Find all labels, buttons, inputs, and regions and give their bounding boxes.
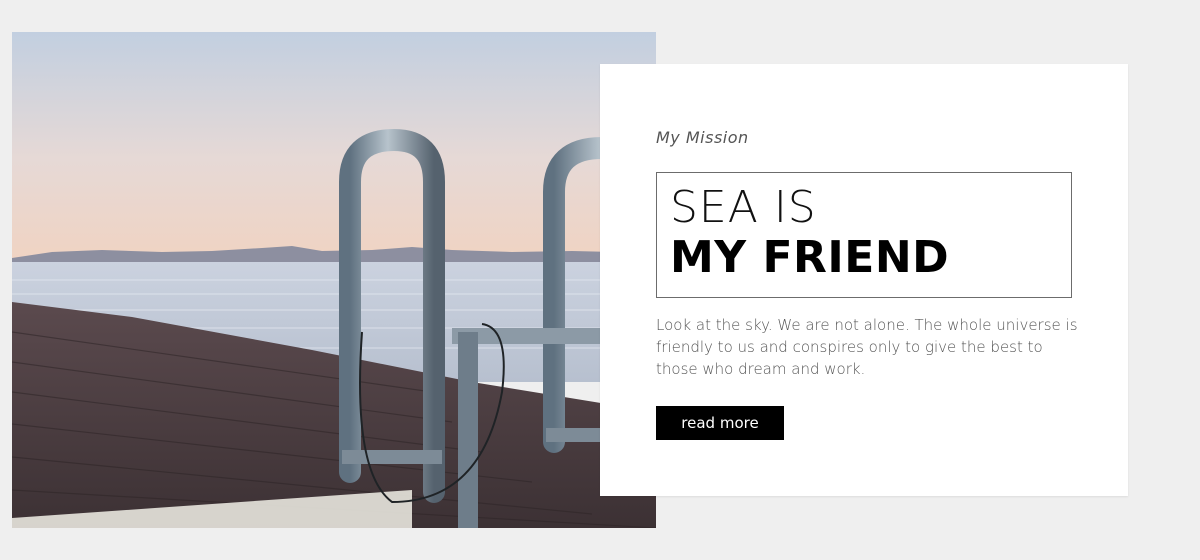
section-eyebrow: My Mission [656, 128, 749, 147]
title-box: SEA IS MY FRIEND [656, 172, 1072, 298]
mission-card: My Mission SEA IS MY FRIEND Look at the … [600, 64, 1128, 496]
headline-line-2: MY FRIEND [670, 232, 950, 283]
page: My Mission SEA IS MY FRIEND Look at the … [0, 0, 1200, 560]
hero-photo [12, 32, 656, 528]
headline-line-1: SEA IS [670, 182, 817, 233]
read-more-button[interactable]: read more [656, 406, 784, 440]
mission-description: Look at the sky. We are not alone. The w… [656, 316, 1078, 378]
